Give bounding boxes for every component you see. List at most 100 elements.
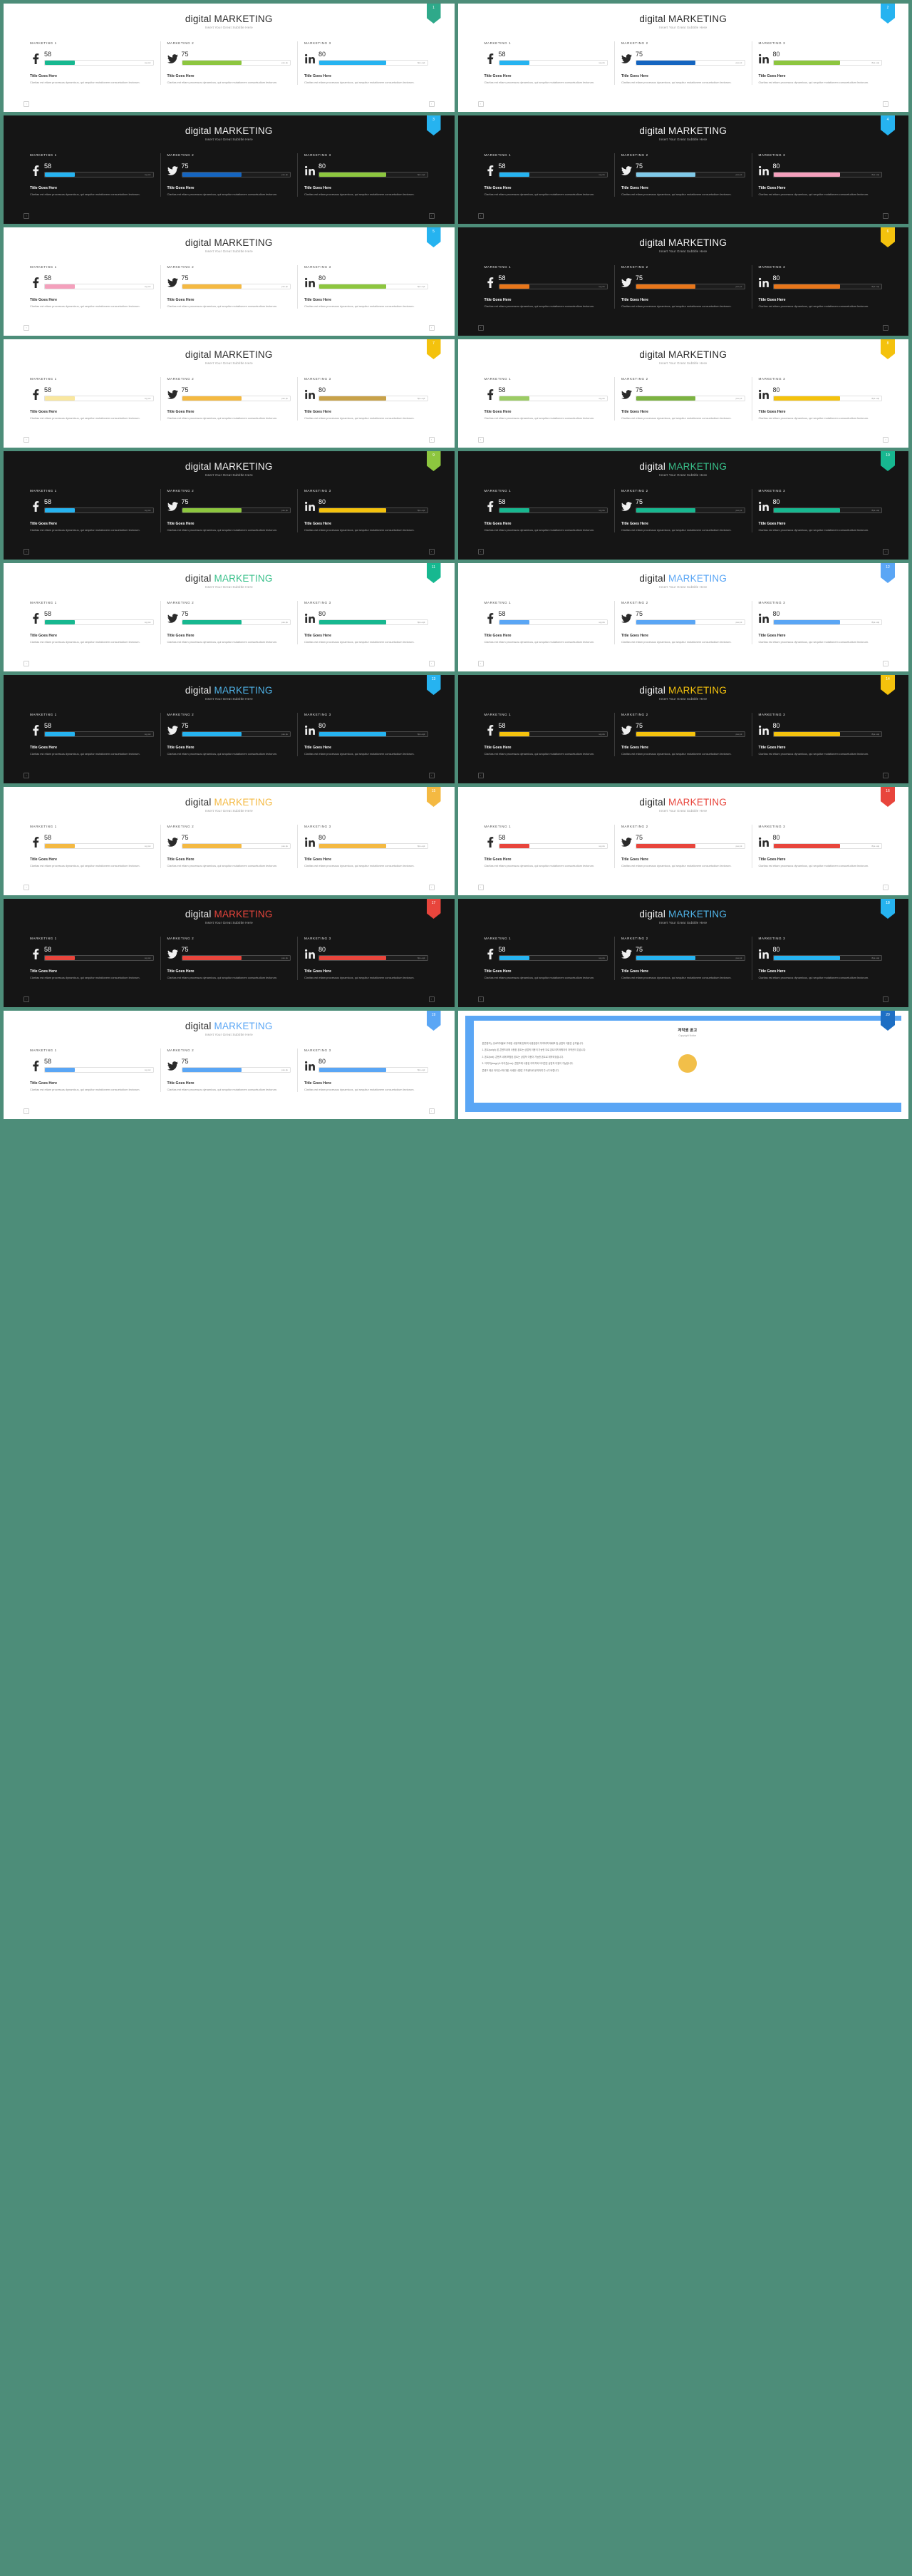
progress-bar-caption: 8ps.oqk bbox=[871, 732, 879, 736]
next-slide-button[interactable]: › bbox=[428, 325, 435, 331]
next-slide-button[interactable]: › bbox=[428, 885, 435, 890]
next-slide-button[interactable]: › bbox=[883, 213, 888, 219]
column-body: Title Goes Here Claritas est etiam proces… bbox=[304, 186, 428, 197]
metric-block: 80 8ps.oqk bbox=[772, 163, 882, 177]
next-slide-button[interactable]: › bbox=[428, 661, 435, 666]
title-word-digital: digital bbox=[639, 14, 669, 24]
slide-thumbnail[interactable]: 6 digital MARKETING Insert Your Great Subt… bbox=[457, 227, 908, 336]
column-heading: MARKETING 3 bbox=[304, 41, 331, 45]
metric-block: 75 pax.pk bbox=[181, 835, 291, 849]
slide-thumbnail[interactable]: 2 digital MARKETING Insert Your Great Subt… bbox=[457, 4, 908, 112]
prev-slide-button[interactable]: ‹ bbox=[477, 773, 484, 778]
slide-thumbnail[interactable]: 1 digital MARKETING Insert Your Great Subt… bbox=[4, 4, 455, 112]
prev-slide-button[interactable]: ‹ bbox=[477, 885, 484, 890]
progress-bar: sq.pxk bbox=[44, 171, 154, 177]
metric-value: 58 bbox=[498, 722, 506, 729]
marketing-column-2: MARKETING 2 75 pax.pk Title Goes Here Clarit… bbox=[160, 377, 298, 421]
prev-slide-button[interactable]: ‹ bbox=[477, 661, 484, 666]
next-slide-button[interactable]: › bbox=[883, 996, 888, 1002]
prev-slide-button[interactable]: ‹ bbox=[477, 325, 484, 331]
slide-thumbnail[interactable]: 4 digital MARKETING Insert Your Great Subt… bbox=[457, 115, 908, 224]
next-slide-button[interactable]: › bbox=[428, 213, 435, 219]
prev-slide-button[interactable]: ‹ bbox=[477, 996, 484, 1002]
next-slide-button[interactable]: › bbox=[428, 101, 435, 107]
next-slide-button[interactable]: › bbox=[883, 661, 888, 666]
next-slide-button[interactable]: › bbox=[428, 773, 435, 778]
slide-thumbnail[interactable]: 14 digital MARKETING Insert Your Great Sub… bbox=[457, 675, 908, 783]
slide-thumbnail[interactable]: 3 digital MARKETING Insert Your Great Subt… bbox=[4, 115, 455, 224]
slide-thumbnail[interactable]: 9 digital MARKETING Insert Your Great Subt… bbox=[4, 451, 455, 560]
slide-thumbnail[interactable]: 18 digital MARKETING Insert Your Great Sub… bbox=[457, 899, 908, 1007]
prev-slide-button[interactable]: ‹ bbox=[24, 437, 29, 443]
prev-slide-button[interactable]: ‹ bbox=[24, 996, 29, 1002]
slide-subtitle: Insert Your Great Subtitle Here bbox=[659, 361, 708, 365]
slide-thumbnail[interactable]: 12 digital MARKETING Insert Your Great Sub… bbox=[457, 563, 908, 671]
slide-nav: ‹ › bbox=[477, 213, 888, 219]
next-slide-button[interactable]: › bbox=[883, 885, 888, 890]
marketing-column-1: MARKETING 1 58 sq.pxk Title Goes Here Clarit… bbox=[24, 265, 160, 309]
slide-thumbnail[interactable]: 10 digital MARKETING Insert Your Great Sub… bbox=[457, 451, 908, 560]
column-body: Title Goes Here Claritas est etiam proces… bbox=[621, 746, 745, 756]
prev-slide-button[interactable]: ‹ bbox=[477, 213, 484, 219]
body-text: Claritas est etiam processus dynamicus, … bbox=[30, 1087, 140, 1091]
prev-slide-button[interactable]: ‹ bbox=[24, 773, 29, 778]
body-text: Claritas est etiam processus dynamicus, … bbox=[167, 304, 278, 308]
slide-thumbnail[interactable]: 8 digital MARKETING Insert Your Great Subt… bbox=[457, 339, 908, 448]
slide-thumbnail-grid: 1 digital MARKETING Insert Your Great Subt… bbox=[0, 0, 912, 1123]
body-title: Title Goes Here bbox=[167, 969, 195, 974]
title-word-digital: digital bbox=[185, 685, 214, 696]
slide-thumbnail[interactable]: 13 digital MARKETING Insert Your Great Sub… bbox=[4, 675, 455, 783]
body-title: Title Goes Here bbox=[167, 1081, 195, 1086]
column-body: Title Goes Here Claritas est etiam proces… bbox=[621, 74, 745, 85]
prev-slide-button[interactable]: ‹ bbox=[477, 549, 484, 555]
metric-block: 75 pax.pk bbox=[636, 275, 745, 289]
prev-slide-button[interactable]: ‹ bbox=[24, 885, 29, 890]
progress-bar-fill bbox=[636, 172, 696, 177]
next-slide-button[interactable]: › bbox=[428, 549, 435, 555]
prev-slide-button[interactable]: ‹ bbox=[477, 101, 484, 107]
progress-bar-caption: pax.pk bbox=[281, 172, 288, 176]
next-slide-button[interactable]: › bbox=[883, 437, 888, 443]
prev-slide-button[interactable]: ‹ bbox=[24, 661, 29, 666]
metric-value: 58 bbox=[44, 51, 52, 58]
prev-slide-button[interactable]: ‹ bbox=[24, 101, 29, 107]
metric-block: 58 sq.pxk bbox=[498, 51, 608, 66]
next-slide-button[interactable]: › bbox=[883, 101, 888, 107]
slide-thumbnail[interactable]: 7 digital MARKETING Insert Your Great Subt… bbox=[4, 339, 455, 448]
marketing-columns: MARKETING 1 58 sq.pxk Title Goes Here Clarit… bbox=[24, 937, 435, 980]
prev-slide-button[interactable]: ‹ bbox=[24, 1108, 29, 1114]
slide-thumbnail[interactable]: 5 digital MARKETING Insert Your Great Subt… bbox=[4, 227, 455, 336]
progress-bar-fill bbox=[636, 60, 696, 65]
next-slide-button[interactable]: › bbox=[428, 996, 435, 1002]
column-heading: MARKETING 3 bbox=[758, 601, 786, 604]
next-slide-button[interactable]: › bbox=[883, 773, 888, 778]
prev-slide-button[interactable]: ‹ bbox=[24, 213, 29, 219]
slide-title: digital MARKETING bbox=[4, 909, 455, 919]
prev-slide-button[interactable]: ‹ bbox=[477, 437, 484, 443]
column-heading: MARKETING 2 bbox=[621, 713, 648, 716]
next-slide-button[interactable]: › bbox=[428, 1108, 435, 1114]
prev-slide-button[interactable]: ‹ bbox=[24, 549, 29, 555]
next-slide-button[interactable]: › bbox=[428, 437, 435, 443]
next-slide-button[interactable]: › bbox=[883, 549, 888, 555]
slide-thumbnail[interactable]: 20 저작권 공고 Copyright Notice 본콘텐츠는 유료저작물로 구매한… bbox=[457, 1011, 908, 1119]
metric-block: 58 sq.pxk bbox=[498, 163, 608, 177]
prev-slide-button[interactable]: ‹ bbox=[24, 325, 29, 331]
slide-thumbnail[interactable]: 17 digital MARKETING Insert Your Great Sub… bbox=[4, 899, 455, 1007]
slide-nav: ‹ › bbox=[24, 773, 435, 778]
column-heading: MARKETING 1 bbox=[30, 41, 57, 45]
slide-thumbnail[interactable]: 16 digital MARKETING Insert Your Great Sub… bbox=[457, 787, 908, 895]
marketing-column-2: MARKETING 2 75 pax.pk Title Goes Here Clarit… bbox=[614, 489, 752, 532]
column-heading: MARKETING 1 bbox=[484, 41, 512, 45]
metric-value: 80 bbox=[318, 834, 326, 841]
slide-thumbnail[interactable]: 19 digital MARKETING Insert Your Great Sub… bbox=[4, 1011, 455, 1119]
slide-thumbnail[interactable]: 15 digital MARKETING Insert Your Great Sub… bbox=[4, 787, 455, 895]
body-title: Title Goes Here bbox=[621, 74, 648, 78]
metric-row: 58 sq.pxk bbox=[484, 611, 608, 625]
title-word-digital: digital bbox=[639, 125, 669, 136]
progress-bar: sq.pxk bbox=[498, 171, 608, 177]
progress-bar-fill bbox=[773, 843, 841, 848]
next-slide-button[interactable]: › bbox=[883, 325, 888, 331]
metric-value: 75 bbox=[181, 1058, 189, 1065]
slide-thumbnail[interactable]: 11 digital MARKETING Insert Your Great Sub… bbox=[4, 563, 455, 671]
